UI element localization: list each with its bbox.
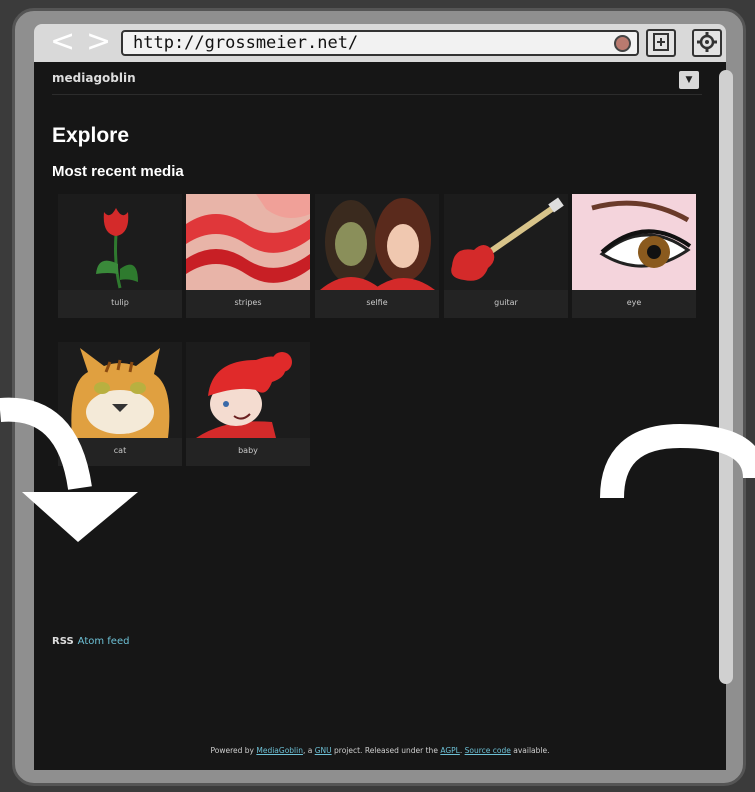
footer-text: , a [302,746,315,755]
url-text: http://grossmeier.net/ [133,33,359,53]
media-caption: selfie [366,298,388,307]
guitar-image [444,194,568,290]
mediagoblin-link[interactable]: MediaGoblin [256,746,303,755]
rss-icon: RSS [52,636,74,647]
site-logo[interactable]: mediagoblin [52,71,136,85]
scrollbar[interactable] [719,70,733,684]
media-caption: tulip [111,298,129,307]
agpl-link[interactable]: AGPL [440,746,460,755]
media-tile-selfie[interactable]: selfie [315,194,439,318]
media-caption: eye [626,298,642,307]
header-divider [52,94,702,95]
media-tile-stripes[interactable]: stripes [186,194,310,318]
eye-image [572,194,696,290]
back-button[interactable]: < [50,26,75,58]
settings-gear-icon[interactable] [692,29,722,57]
section-title: Most recent media [52,163,184,180]
baby-image [186,342,310,438]
media-tile-tulip[interactable]: tulip [58,194,182,318]
media-tile-eye[interactable]: eye [572,194,696,318]
media-caption: baby [238,446,258,455]
media-tile-guitar[interactable]: guitar [444,194,568,318]
selfie-image [315,194,439,290]
atom-feed-label: Atom feed [77,636,130,647]
curved-arrow-left-icon [0,397,138,542]
atom-feed-link[interactable]: RSS Atom feed [52,636,129,647]
forward-button[interactable]: > [86,26,111,58]
tulip-image [58,194,182,290]
footer-text: project. Released under the [331,746,441,755]
media-caption: stripes [234,298,262,307]
record-icon[interactable] [614,35,631,52]
footer-text: Powered by [210,746,257,755]
media-tile-baby[interactable]: baby [186,342,310,466]
page-footer: Powered by MediaGoblin, a GNU project. R… [34,746,726,755]
page-title: Explore [52,124,130,147]
header-menu-button[interactable]: ▼ [679,71,699,89]
bookmark-icon[interactable] [646,29,676,57]
media-caption: guitar [494,298,518,307]
footer-text: available. [510,746,550,755]
stripes-image [186,194,310,290]
url-bar[interactable]: http://grossmeier.net/ [121,30,639,56]
gnu-link[interactable]: GNU [315,746,332,755]
source-code-link[interactable]: Source code [465,746,511,755]
curved-arrow-right-icon [600,423,755,499]
